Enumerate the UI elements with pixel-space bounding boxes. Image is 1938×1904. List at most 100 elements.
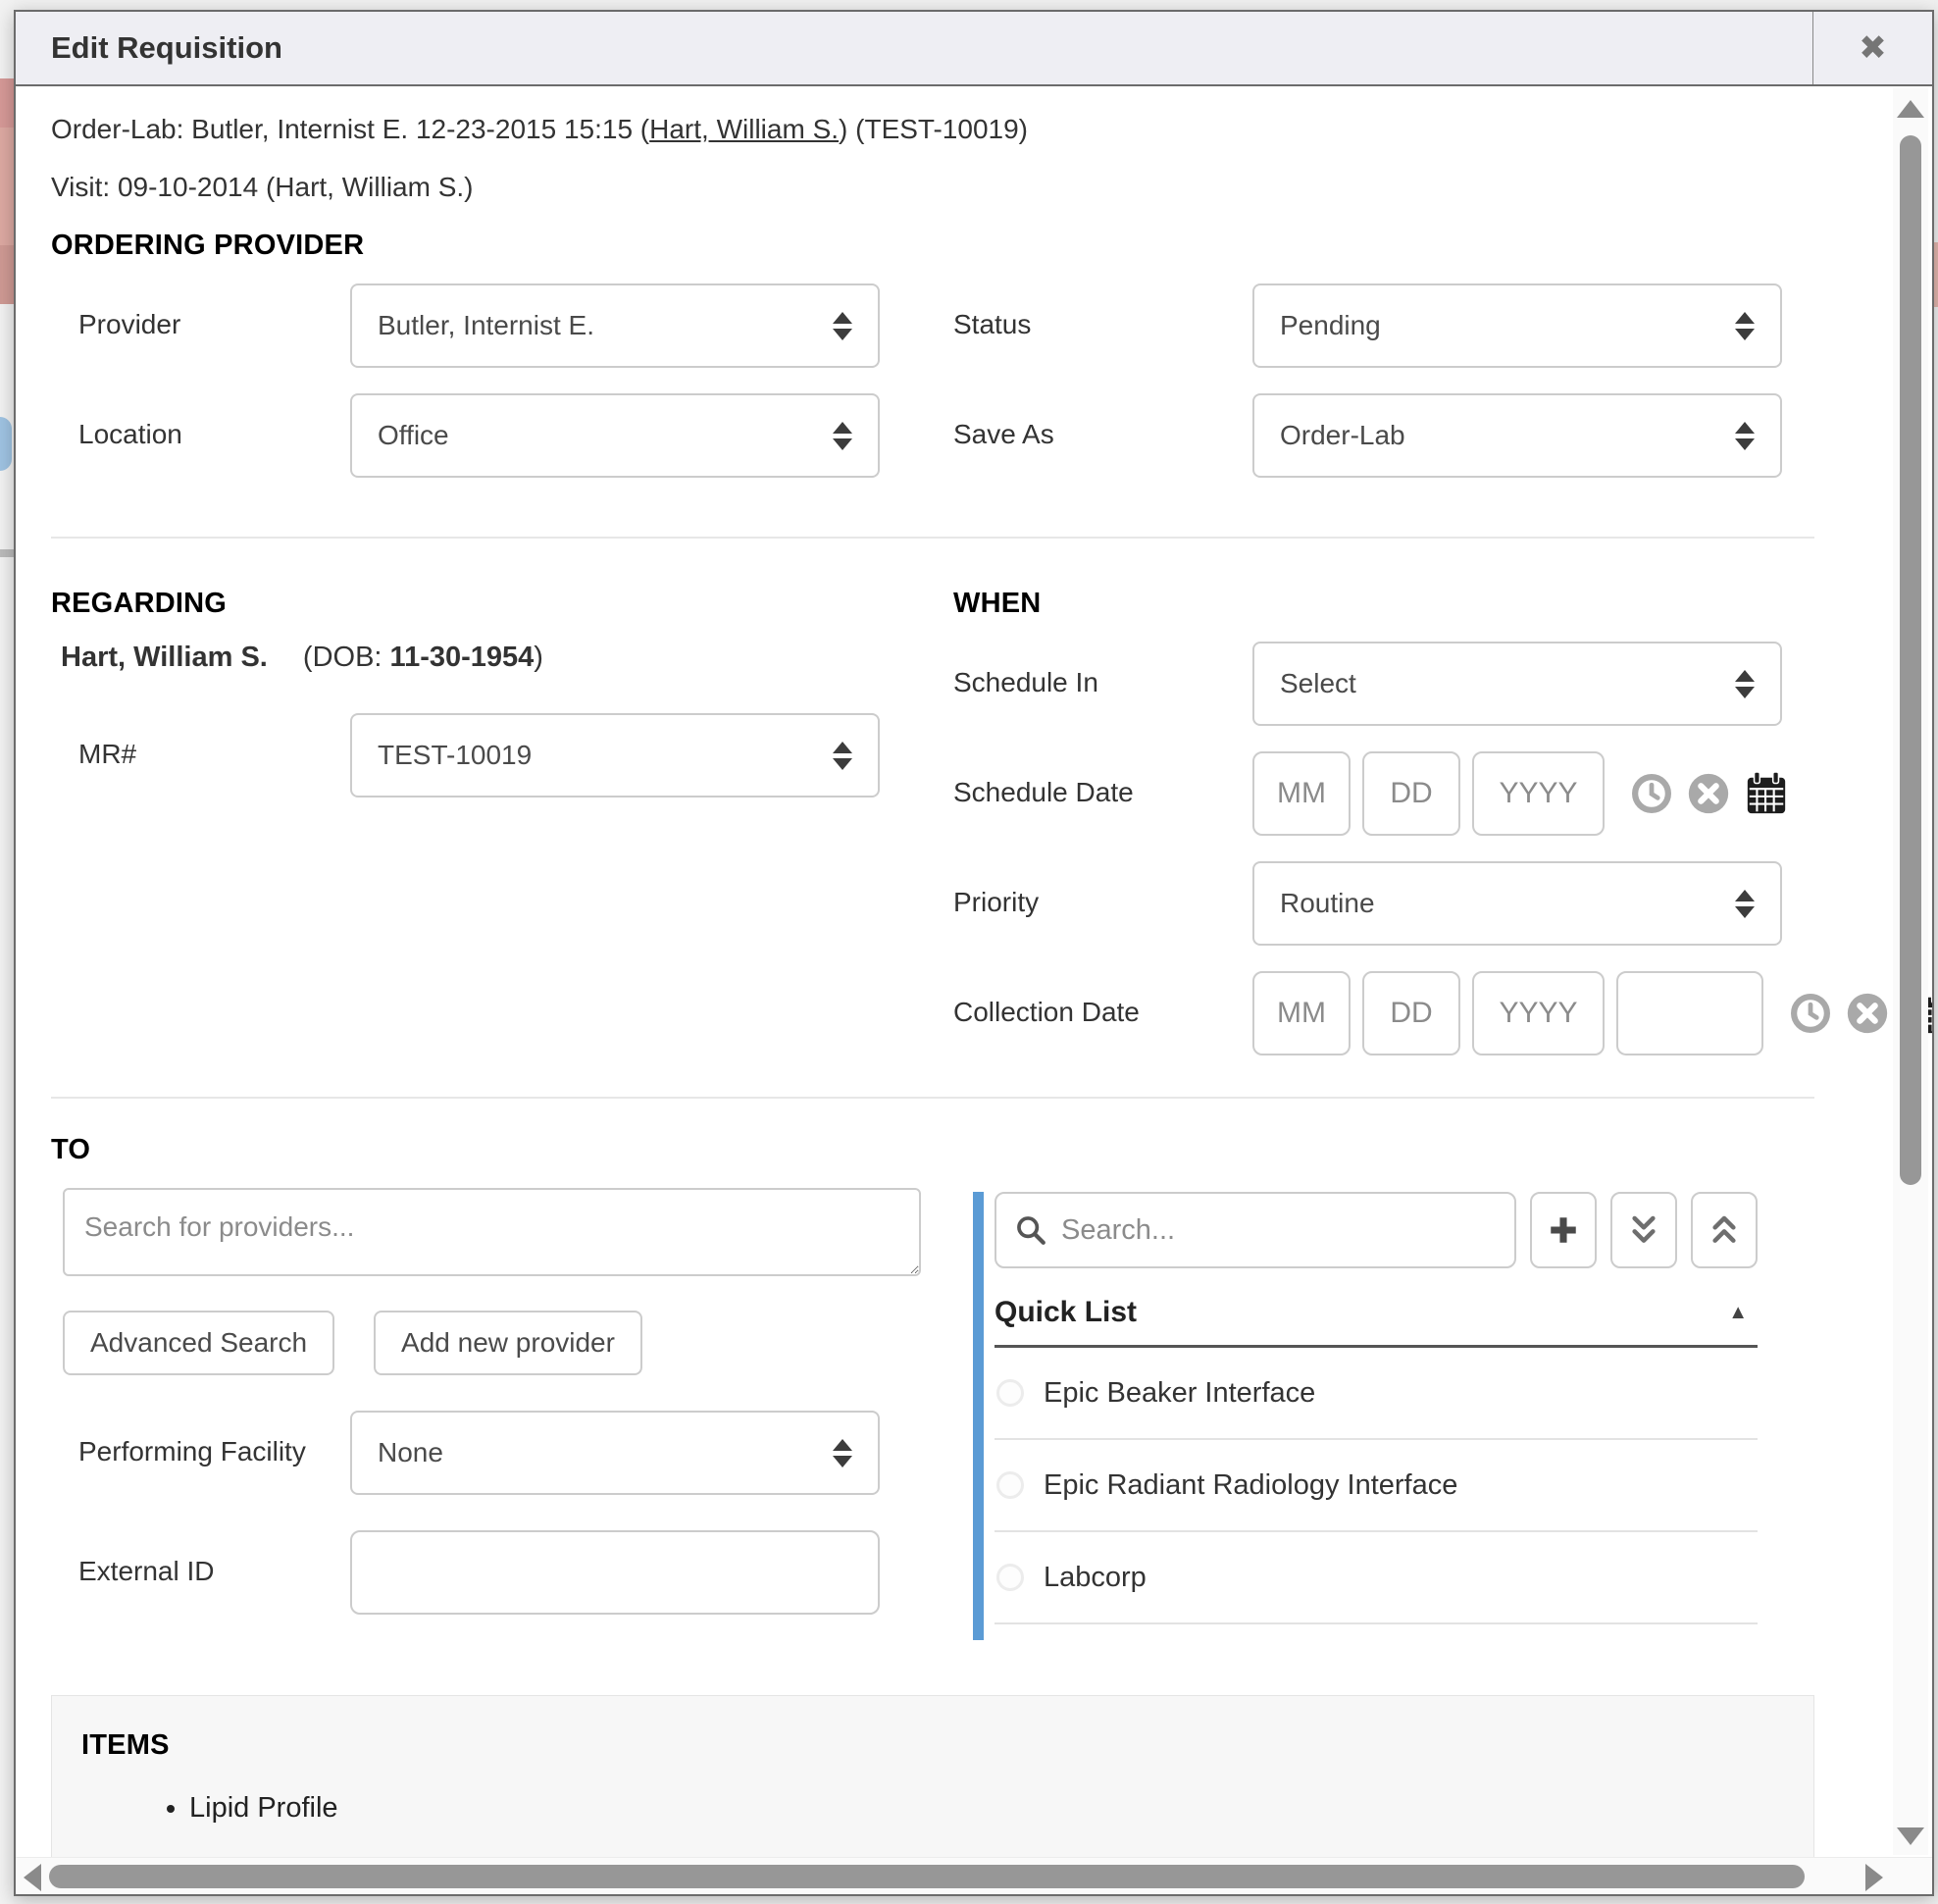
external-id-row: External ID <box>51 1530 914 1615</box>
collection-date-year-input[interactable] <box>1472 971 1605 1055</box>
collapse-all-button[interactable] <box>1691 1192 1758 1268</box>
collapse-section-icon[interactable]: ▲ <box>1728 1302 1754 1324</box>
external-id-input[interactable] <box>350 1530 880 1615</box>
background-page-fragment <box>1934 242 1938 307</box>
items-heading: ITEMS <box>81 1729 1784 1762</box>
double-chevron-up-icon <box>1708 1212 1740 1248</box>
order-summary-line: Order-Lab: Butler, Internist E. 12-23-20… <box>51 114 1814 145</box>
location-select[interactable]: Office <box>350 393 880 478</box>
collection-time-input[interactable] <box>1616 971 1763 1055</box>
double-chevron-down-icon <box>1628 1212 1659 1248</box>
section-divider <box>51 1097 1814 1099</box>
horizontal-scrollbar[interactable] <box>16 1857 1932 1894</box>
quick-list-header[interactable]: Quick List ▲ <box>994 1290 1758 1348</box>
priority-row: Priority Routine <box>953 861 1814 946</box>
close-icon: ✖ <box>1859 28 1887 68</box>
edit-requisition-dialog: Edit Requisition ✖ Order-Lab: Butler, In… <box>14 10 1934 1896</box>
save-as-select[interactable]: Order-Lab <box>1252 393 1782 478</box>
dialog-body: Order-Lab: Butler, Internist E. 12-23-20… <box>16 88 1932 1857</box>
scroll-left-arrow-icon[interactable] <box>24 1864 41 1891</box>
quick-list-item-label: Epic Radiant Radiology Interface <box>1044 1469 1457 1502</box>
advanced-search-button[interactable]: Advanced Search <box>63 1311 334 1375</box>
schedule-date-row: Schedule Date <box>953 751 1814 836</box>
order-item: Lipid Profile <box>189 1787 1784 1830</box>
add-recipient-button[interactable] <box>1530 1192 1597 1268</box>
quick-list-item-label: Labcorp <box>1044 1562 1147 1594</box>
scroll-down-arrow-icon[interactable] <box>1897 1827 1924 1845</box>
provider-select[interactable]: Butler, Internist E. <box>350 283 880 368</box>
clock-icon[interactable] <box>1630 772 1673 815</box>
section-divider <box>51 537 1814 539</box>
provider-search-textarea[interactable] <box>63 1188 921 1276</box>
close-button[interactable]: ✖ <box>1812 12 1932 84</box>
when-heading: WHEN <box>953 588 1814 620</box>
ordering-provider-heading: ORDERING PROVIDER <box>51 230 1814 262</box>
location-label: Location <box>51 393 350 455</box>
quick-list-item[interactable]: Labcorp <box>994 1532 1758 1624</box>
quick-list-search-input[interactable] <box>1061 1214 1497 1247</box>
schedule-in-row: Schedule In Select <box>953 642 1814 726</box>
quick-list-panel: Quick List ▲ Epic Beaker Interface Epic … <box>973 1192 1758 1640</box>
dob-value: 11-30-1954 <box>390 642 535 673</box>
priority-label: Priority <box>953 861 1252 923</box>
quick-list-item[interactable]: Epic Radiant Radiology Interface <box>994 1440 1758 1532</box>
schedule-date-month-input[interactable] <box>1252 751 1351 836</box>
clock-icon[interactable] <box>1789 992 1832 1035</box>
radio-icon <box>996 1471 1024 1499</box>
priority-select[interactable]: Routine <box>1252 861 1782 946</box>
plus-icon <box>1547 1213 1580 1247</box>
save-as-label: Save As <box>953 393 1252 455</box>
select-arrows-icon <box>1735 670 1755 698</box>
select-arrows-icon <box>833 1439 852 1467</box>
background-page-fragment <box>0 128 14 245</box>
schedule-date-label: Schedule Date <box>953 751 1252 813</box>
scroll-up-arrow-icon[interactable] <box>1897 100 1924 118</box>
background-page-fragment <box>0 245 14 304</box>
quick-list-title: Quick List <box>994 1296 1137 1329</box>
schedule-in-select[interactable]: Select <box>1252 642 1782 726</box>
quick-list-search-box[interactable] <box>994 1192 1516 1268</box>
dialog-header: Edit Requisition ✖ <box>16 12 1932 86</box>
calendar-icon[interactable] <box>1744 770 1789 817</box>
expand-all-button[interactable] <box>1610 1192 1677 1268</box>
provider-row: Provider Butler, Internist E. <box>51 283 914 368</box>
visit-summary-line: Visit: 09-10-2014 (Hart, William S.) <box>51 172 1814 203</box>
dob-suffix: ) <box>534 642 543 673</box>
order-summary-prefix: Order-Lab: Butler, Internist E. 12-23-20… <box>51 114 649 144</box>
radio-icon <box>996 1379 1024 1407</box>
clear-date-icon[interactable] <box>1846 992 1889 1035</box>
status-select[interactable]: Pending <box>1252 283 1782 368</box>
mr-select-value: TEST-10019 <box>378 740 532 771</box>
mr-select[interactable]: TEST-10019 <box>350 713 880 798</box>
collection-date-day-input[interactable] <box>1362 971 1460 1055</box>
priority-select-value: Routine <box>1280 888 1375 919</box>
collection-date-month-input[interactable] <box>1252 971 1351 1055</box>
mr-row: MR# TEST-10019 <box>51 713 914 798</box>
location-select-value: Office <box>378 420 449 451</box>
performing-facility-label: Performing Facility <box>51 1411 350 1472</box>
vertical-scrollbar-thumb[interactable] <box>1900 135 1921 1185</box>
provider-label: Provider <box>51 283 350 345</box>
schedule-date-year-input[interactable] <box>1472 751 1605 836</box>
vertical-scrollbar[interactable] <box>1893 88 1928 1855</box>
status-select-value: Pending <box>1280 310 1381 341</box>
search-icon <box>1014 1213 1047 1247</box>
horizontal-scrollbar-thumb[interactable] <box>49 1865 1805 1888</box>
scroll-right-arrow-icon[interactable] <box>1865 1864 1883 1891</box>
select-arrows-icon <box>833 422 852 450</box>
to-heading: TO <box>51 1134 1814 1166</box>
performing-facility-select[interactable]: None <box>350 1411 880 1495</box>
performing-facility-row: Performing Facility None <box>51 1411 914 1495</box>
schedule-in-select-value: Select <box>1280 668 1356 699</box>
dob-prefix: (DOB: <box>303 642 390 673</box>
status-row: Status Pending <box>953 283 1814 368</box>
regarding-heading: REGARDING <box>51 588 914 620</box>
quick-list-item[interactable]: Epic Beaker Interface <box>994 1348 1758 1440</box>
clear-date-icon[interactable] <box>1687 772 1730 815</box>
schedule-date-day-input[interactable] <box>1362 751 1460 836</box>
add-new-provider-button[interactable]: Add new provider <box>374 1311 642 1375</box>
patient-link[interactable]: Hart, William S. <box>649 114 839 144</box>
items-section: ITEMS Lipid Profile <box>51 1695 1814 1857</box>
select-arrows-icon <box>1735 890 1755 918</box>
background-page-fragment <box>0 549 14 557</box>
